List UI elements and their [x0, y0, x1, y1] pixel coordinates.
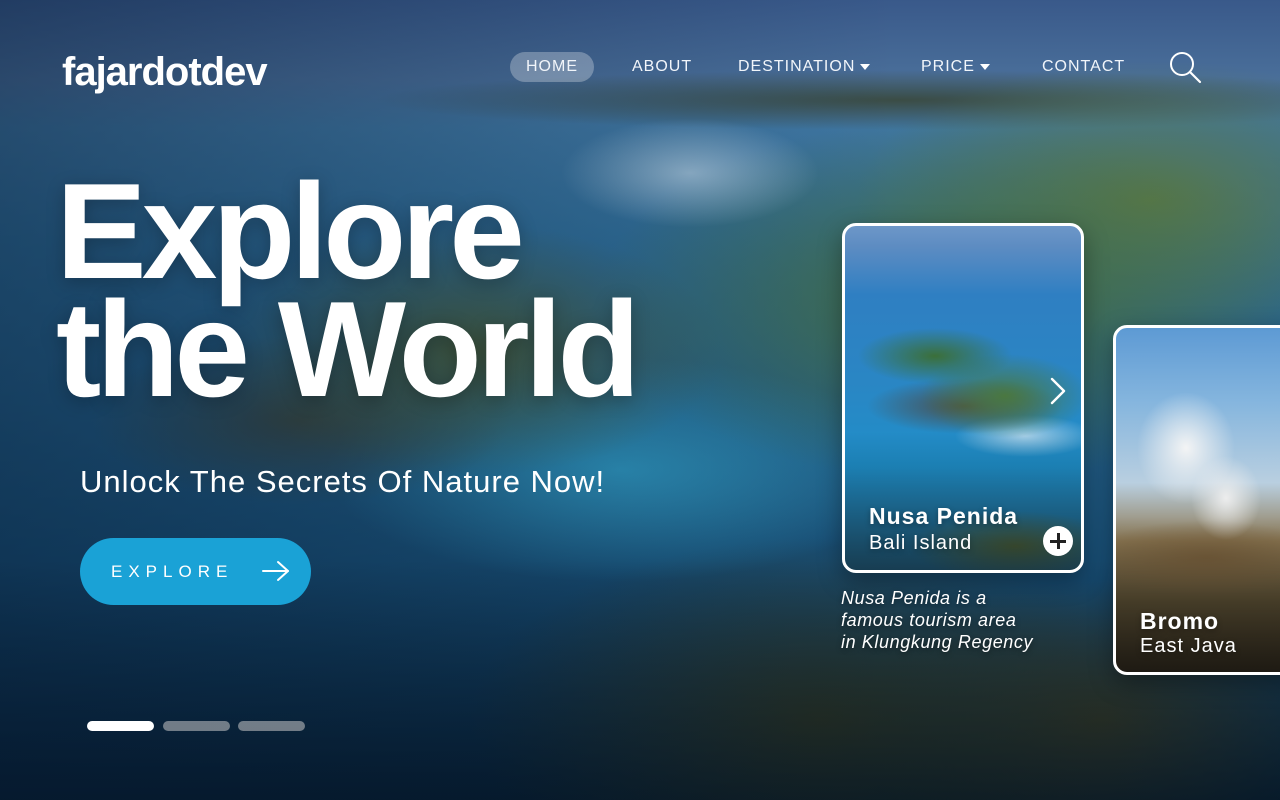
destination-card-bromo[interactable]: Bromo East Java — [1113, 325, 1280, 675]
hero-subtitle: Unlock The Secrets Of Nature Now! — [80, 464, 606, 499]
search-icon[interactable] — [1168, 50, 1202, 84]
card-description-line: famous tourism area — [841, 610, 1017, 630]
card-description-line: Nusa Penida is a — [841, 588, 987, 608]
card-subtitle: Bali Island — [869, 532, 973, 554]
carousel-dot-1[interactable] — [87, 721, 154, 731]
nav-item-about-label: ABOUT — [632, 58, 693, 75]
card-description-line: in Klungkung Regency — [841, 632, 1034, 652]
main-nav: HOME ABOUT DESTINATION PRICE CONTACT — [0, 52, 1280, 82]
nav-item-price[interactable]: PRICE — [921, 52, 990, 82]
card-description: Nusa Penida is a famous tourism area in … — [841, 587, 1081, 653]
nav-item-destination[interactable]: DESTINATION — [738, 52, 871, 82]
hero-headline-line2: the World — [56, 273, 641, 425]
explore-button[interactable]: EXPLORE — [80, 538, 311, 605]
arrow-right-icon — [262, 561, 289, 581]
explore-button-label: EXPLORE — [111, 562, 234, 581]
nav-item-home-label: HOME — [526, 58, 578, 75]
nav-item-about[interactable]: ABOUT — [632, 52, 692, 82]
nav-item-contact[interactable]: CONTACT — [1042, 52, 1125, 82]
nav-item-price-label: PRICE — [921, 58, 975, 75]
card-title: Nusa Penida — [869, 503, 1019, 529]
carousel-dot-2[interactable] — [163, 721, 230, 731]
destination-card-nusa-penida[interactable]: Nusa Penida Bali Island — [842, 223, 1084, 573]
carousel-dot-3[interactable] — [238, 721, 305, 731]
card-title: Bromo — [1140, 608, 1220, 634]
nav-item-destination-label: DESTINATION — [738, 58, 856, 75]
caret-down-icon — [860, 63, 871, 70]
card-subtitle: East Java — [1140, 635, 1237, 657]
chevron-right-icon[interactable] — [1047, 376, 1069, 406]
nav-item-contact-label: CONTACT — [1042, 58, 1126, 75]
hero-headline: Explore the World — [56, 163, 816, 425]
carousel-indicator — [87, 721, 307, 731]
plus-icon[interactable] — [1043, 526, 1073, 556]
caret-down-icon — [979, 63, 990, 70]
nav-item-home[interactable]: HOME — [510, 52, 594, 82]
